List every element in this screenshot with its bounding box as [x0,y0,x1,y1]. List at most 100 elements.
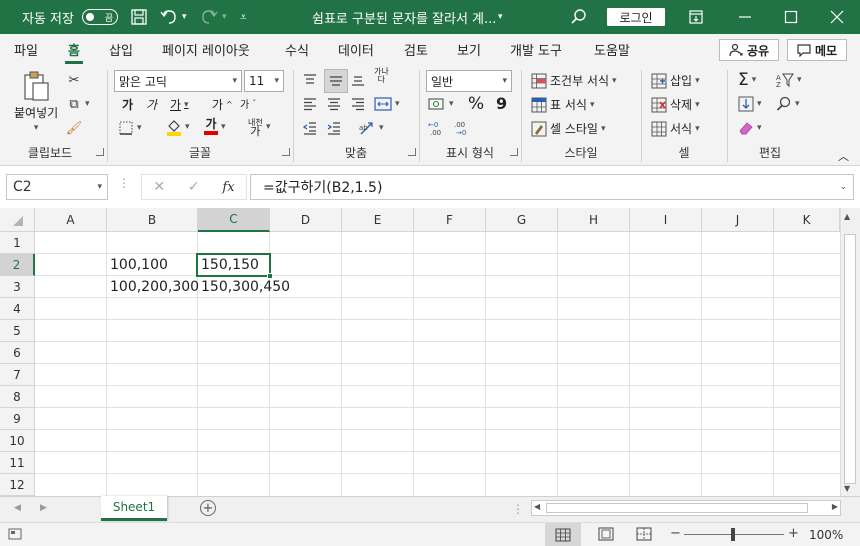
column-header-g[interactable]: G [486,208,558,232]
row-header-3[interactable]: 3 [0,276,35,298]
increase-indent-button[interactable] [326,120,342,136]
zoom-slider-thumb[interactable] [731,528,735,541]
column-header-b[interactable]: B [107,208,198,232]
tab-home[interactable]: 홈 [65,34,83,64]
font-color-button[interactable]: 가 ▾ [204,118,226,135]
collapse-ribbon-icon[interactable]: ︿ [838,148,849,164]
add-sheet-button[interactable]: + [200,500,216,516]
tab-review[interactable]: 검토 [404,34,428,64]
scroll-right-icon[interactable]: ▶ [832,502,838,511]
cell-c3[interactable]: 150,300,450 [198,276,290,298]
row-header-10[interactable]: 10 [0,430,35,452]
login-button[interactable]: 로그인 [607,8,665,26]
phonetic-dropdown-icon[interactable]: ▾ [266,122,271,132]
row-header-6[interactable]: 6 [0,342,35,364]
row-header-2[interactable]: 2 [0,254,35,276]
borders-button[interactable]: ▾ [118,120,142,136]
column-header-h[interactable]: H [558,208,630,232]
comma-style-button[interactable]: 9 [496,94,507,113]
zoom-level[interactable]: 100% [809,528,843,542]
fill-button[interactable]: ▾ [738,96,762,112]
column-header-a[interactable]: A [35,208,107,232]
clear-button[interactable]: ▾ [738,120,762,136]
maximize-icon[interactable] [784,0,798,34]
row-header-9[interactable]: 9 [0,408,35,430]
cell-styles-button[interactable]: 셀 스타일 ▾ [531,120,606,137]
tab-formulas[interactable]: 수식 [285,34,309,64]
conditional-format-button[interactable]: 조건부 서식 ▾ [531,72,617,89]
hscroll-thumb[interactable] [546,503,808,513]
clipboard-launcher-icon[interactable] [96,148,104,156]
font-launcher-icon[interactable] [282,148,290,156]
normal-view-button[interactable] [545,523,581,546]
column-header-j[interactable]: J [702,208,774,232]
align-center-button[interactable] [326,96,342,112]
tab-file[interactable]: 파일 [14,34,38,64]
font-grow-button[interactable]: 가 ^ [212,96,233,113]
align-bottom-button[interactable] [350,72,366,88]
phonetic-button[interactable]: 내천 가 [248,118,263,137]
row-header-5[interactable]: 5 [0,320,35,342]
row-header-12[interactable]: 12 [0,474,35,496]
prev-sheet-icon[interactable]: ◀ [14,503,21,513]
format-cells-button[interactable]: 서식 ▾ [651,120,700,137]
decrease-decimal-button[interactable]: .00 →0 [454,120,474,136]
column-header-i[interactable]: I [630,208,702,232]
select-all-corner[interactable] [0,208,35,232]
customize-icon[interactable]: ⩡ [240,0,247,34]
macro-record-icon[interactable] [8,528,22,543]
minimize-icon[interactable] [738,0,752,34]
align-left-button[interactable] [302,96,318,112]
close-icon[interactable] [830,0,844,34]
zoom-in-button[interactable]: + [788,526,799,541]
tab-split-grip-icon[interactable]: ⋮ [512,502,524,516]
cell-b2[interactable]: 100,100 [107,254,168,276]
scroll-thumb[interactable] [844,234,856,484]
tab-data[interactable]: 데이터 [338,34,374,64]
cut-button[interactable]: ✂ [66,72,82,88]
find-select-button[interactable]: ▾ [776,96,800,112]
memo-button[interactable]: 메모 [787,39,847,61]
fill-handle[interactable] [267,273,273,279]
orientation-button[interactable]: ab ▾ [358,120,384,136]
page-layout-view-button[interactable] [598,527,614,544]
underline-button[interactable]: 가 ▾ [170,96,189,113]
zoom-out-button[interactable]: − [670,526,681,541]
increase-decimal-button[interactable]: ←0.00 [428,120,448,136]
name-box[interactable]: C2 ▾ [6,174,108,200]
ribbon-display-icon[interactable] [688,0,704,34]
number-format-select[interactable]: 일반 ▾ [426,70,512,92]
next-sheet-icon[interactable]: ▶ [40,503,47,513]
expand-formula-icon[interactable]: ⌄ [839,182,847,192]
tab-insert[interactable]: 삽입 [109,34,133,64]
accounting-format-button[interactable]: ▾ [428,96,454,112]
column-header-c[interactable]: C [198,208,270,232]
column-header-f[interactable]: F [414,208,486,232]
font-shrink-button[interactable]: 가ˇ [240,96,256,111]
tab-developer[interactable]: 개발 도구 [510,34,562,64]
row-header-4[interactable]: 4 [0,298,35,320]
fill-color-button[interactable]: ▾ [166,118,190,136]
title-dropdown-icon[interactable]: ▾ [498,0,503,34]
tab-help[interactable]: 도움말 [594,34,630,64]
cell-b3[interactable]: 100,200,300 [107,276,199,298]
share-button[interactable]: 공유 [719,39,779,61]
tab-page-layout[interactable]: 페이지 레이아웃 [162,34,250,64]
percent-button[interactable]: % [468,94,484,114]
bold-button[interactable]: 가 [122,96,133,113]
sort-filter-button[interactable]: A Z ▾ [776,72,802,88]
save-icon[interactable] [130,0,148,34]
alignment-launcher-icon[interactable] [408,148,416,156]
search-icon[interactable] [570,0,588,34]
row-header-1[interactable]: 1 [0,232,35,254]
insert-cells-button[interactable]: 삽입 ▾ [651,72,700,89]
delete-cells-button[interactable]: 삭제 ▾ [651,96,700,113]
format-as-table-button[interactable]: 표 서식 ▾ [531,96,594,113]
align-top-button[interactable] [302,72,318,88]
font-name-select[interactable]: 맑은 고딕 ▾ [114,70,242,92]
column-header-k[interactable]: K [774,208,840,232]
column-header-d[interactable]: D [270,208,342,232]
copy-button[interactable]: ⧉ ▾ [66,96,89,112]
row-header-8[interactable]: 8 [0,386,35,408]
autosum-button[interactable]: Σ ▾ [738,70,756,90]
